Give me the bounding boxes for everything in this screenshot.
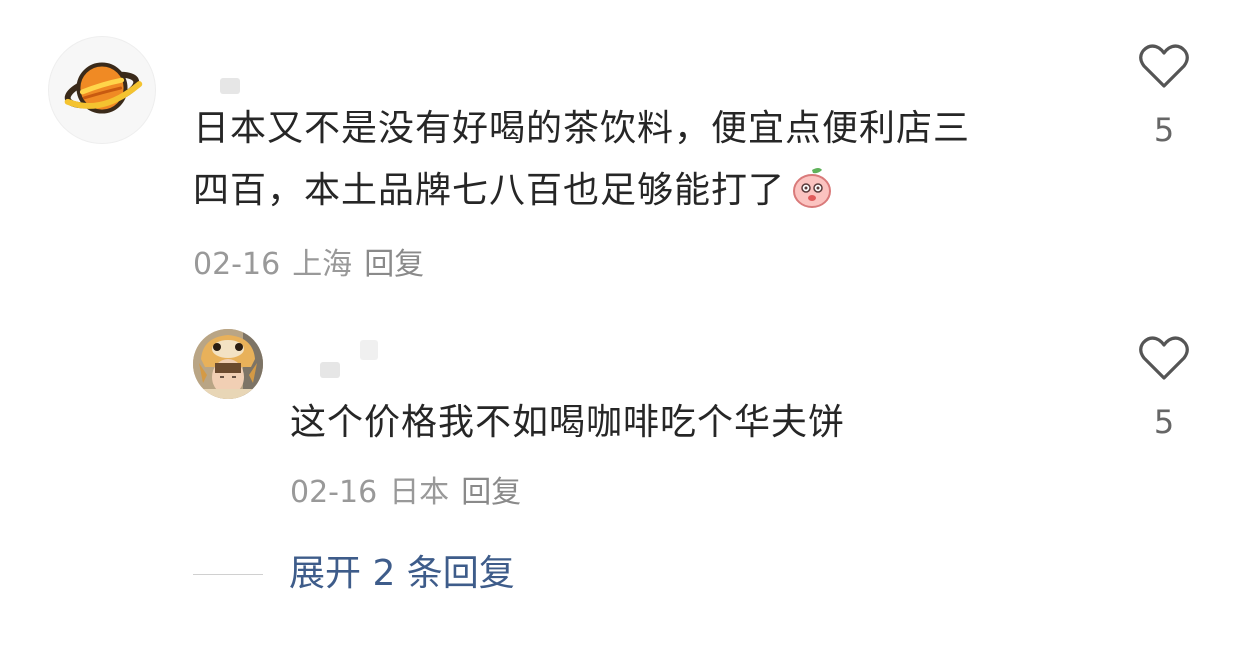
- heart-outline-icon: [1139, 336, 1189, 380]
- reply-meta: 02-16 日本 回复: [290, 473, 533, 513]
- username-blurred[interactable]: [360, 340, 378, 360]
- like-button[interactable]: 5: [1134, 42, 1194, 150]
- reply-date: 02-16: [290, 475, 378, 510]
- expand-replies-label[interactable]: 展开 2 条回复: [289, 552, 515, 596]
- like-count: 5: [1153, 111, 1175, 149]
- username-blurred[interactable]: [320, 362, 340, 378]
- comment-text: 日本又不是没有好喝的茶饮料，便宜点便利店三 四百，本土品牌七八百也足够能打了: [193, 98, 1093, 222]
- avatar[interactable]: [48, 36, 156, 144]
- comment-thread: 日本又不是没有好喝的茶饮料，便宜点便利店三 四百，本土品牌七八百也足够能打了 0…: [0, 0, 1242, 647]
- divider: [193, 573, 263, 575]
- planet-icon: [64, 62, 143, 114]
- reply-location: 日本: [389, 475, 450, 510]
- comment-text-line: 日本又不是没有好喝的茶饮料，便宜点便利店三: [193, 108, 971, 149]
- like-count: 5: [1153, 403, 1175, 441]
- comment-meta: 02-16 上海 回复: [193, 245, 436, 285]
- reply-text: 这个价格我不如喝咖啡吃个华夫饼: [290, 402, 846, 443]
- avatar[interactable]: [193, 329, 263, 399]
- user-photo-icon: [193, 329, 263, 399]
- comment-location: 上海: [292, 247, 353, 282]
- like-button[interactable]: 5: [1134, 334, 1194, 442]
- heart-outline-icon: [1139, 44, 1189, 88]
- expand-replies-button[interactable]: 展开 2 条回复: [193, 552, 515, 596]
- comment-text-line: 四百，本土品牌七八百也足够能打了: [193, 160, 1093, 222]
- username-blurred[interactable]: [220, 78, 240, 94]
- comment-date: 02-16: [193, 247, 281, 282]
- peach-sticker-icon: [793, 168, 832, 208]
- reply-button[interactable]: 回复: [364, 247, 424, 282]
- comment-text-line-2: 四百，本土品牌七八百也足够能打了: [193, 170, 786, 211]
- reply-button[interactable]: 回复: [461, 475, 521, 510]
